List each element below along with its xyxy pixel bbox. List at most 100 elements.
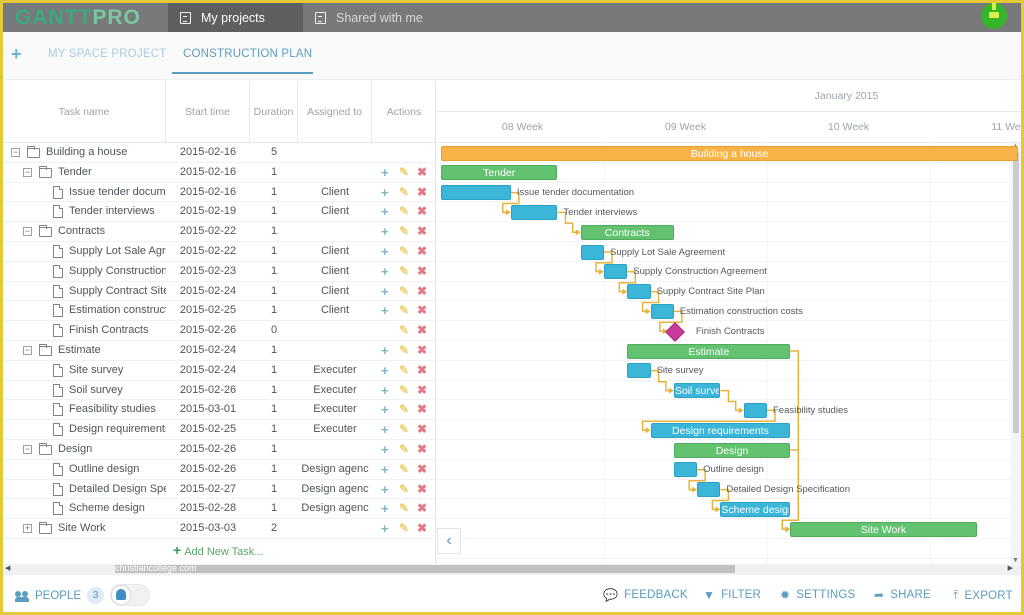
table-row[interactable]: + Site Work 2015-03-03 2 + ✎ ✖ — [3, 519, 436, 539]
duration-cell[interactable]: 1 — [250, 480, 298, 500]
assigned-to-cell[interactable] — [298, 341, 372, 361]
assigned-to-cell[interactable] — [298, 321, 372, 341]
column-header-start-time[interactable]: Start time — [166, 81, 250, 143]
table-row[interactable]: Tender interviews 2015-02-19 1 Client + ✎ ✖ — [3, 202, 436, 223]
group-bar[interactable]: Design — [673, 442, 791, 458]
start-time-cell[interactable]: 2015-02-25 — [166, 301, 250, 321]
table-row[interactable]: Scheme design 2015-02-28 1 Design agenc + ✎ ✖ — [3, 499, 436, 520]
add-subtask-icon[interactable]: + — [381, 183, 389, 202]
task-name-cell[interactable]: Scheme design — [3, 499, 166, 519]
people-button[interactable]: PEOPLE 3 — [15, 587, 105, 604]
assigned-to-cell[interactable] — [298, 222, 372, 242]
delete-icon[interactable]: ✖ — [417, 262, 427, 281]
task-name-cell[interactable]: − Tender — [3, 163, 166, 183]
task-name-cell[interactable]: − Estimate — [3, 341, 166, 361]
delete-icon[interactable]: ✖ — [417, 519, 427, 538]
add-new-task-button[interactable]: + Add New Task... — [173, 542, 263, 558]
start-time-cell[interactable]: 2015-02-16 — [166, 143, 250, 163]
column-header-assigned-to[interactable]: Assigned to — [298, 81, 372, 143]
assigned-to-cell[interactable]: Client — [298, 202, 372, 222]
column-header-task-name[interactable]: Task name — [3, 81, 166, 143]
task-name-cell[interactable]: Detailed Design Spe — [3, 480, 166, 500]
task-name-cell[interactable]: Outline design — [3, 460, 166, 480]
duration-cell[interactable]: 1 — [250, 262, 298, 282]
add-subtask-icon[interactable]: + — [381, 262, 389, 281]
start-time-cell[interactable]: 2015-02-26 — [166, 460, 250, 480]
start-time-cell[interactable]: 2015-02-23 — [166, 262, 250, 282]
task-bar[interactable] — [604, 264, 628, 280]
user-avatar[interactable] — [981, 3, 1007, 29]
duration-cell[interactable]: 1 — [250, 361, 298, 381]
add-subtask-icon[interactable]: + — [381, 163, 389, 182]
export-button[interactable]: ⤒ EXPORT — [953, 588, 1013, 603]
duration-cell[interactable]: 1 — [250, 440, 298, 460]
add-subtask-icon[interactable]: + — [381, 460, 389, 479]
horizontal-scrollbar[interactable]: ◀ christiancollege.com ▶ — [3, 563, 1021, 574]
project-bar[interactable]: Building a house — [441, 145, 1019, 161]
edit-icon[interactable]: ✎ — [399, 282, 409, 301]
edit-icon[interactable]: ✎ — [399, 499, 409, 518]
group-bar[interactable]: Contracts — [580, 224, 674, 240]
add-subtask-icon[interactable]: + — [381, 282, 389, 301]
start-time-cell[interactable]: 2015-02-24 — [166, 341, 250, 361]
task-name-cell[interactable]: Estimation construct — [3, 301, 166, 321]
duration-cell[interactable]: 1 — [250, 222, 298, 242]
delete-icon[interactable]: ✖ — [417, 341, 427, 360]
add-project-button[interactable]: + — [11, 44, 22, 65]
table-row[interactable]: Outline design 2015-02-26 1 Design agenc + ✎ ✖ — [3, 460, 436, 480]
delete-icon[interactable]: ✖ — [417, 400, 427, 419]
task-name-cell[interactable]: Supply Lot Sale Agre — [3, 242, 166, 262]
duration-cell[interactable]: 1 — [250, 381, 298, 401]
people-toggle[interactable] — [110, 584, 150, 606]
assigned-to-cell[interactable]: Design agenc — [298, 460, 372, 480]
start-time-cell[interactable]: 2015-02-19 — [166, 202, 250, 222]
table-row[interactable]: − Estimate 2015-02-24 1 + ✎ ✖ — [3, 341, 436, 361]
edit-icon[interactable]: ✎ — [399, 321, 409, 340]
assigned-to-cell[interactable]: Client — [298, 242, 372, 262]
duration-cell[interactable]: 1 — [250, 202, 298, 222]
start-time-cell[interactable]: 2015-02-24 — [166, 282, 250, 302]
task-bar[interactable] — [580, 244, 604, 260]
collapse-icon[interactable]: − — [23, 444, 32, 454]
assigned-to-cell[interactable] — [298, 163, 372, 183]
task-bar[interactable] — [650, 303, 674, 319]
duration-cell[interactable]: 1 — [250, 242, 298, 262]
tab-shared-with-me[interactable]: Shared with me — [303, 3, 463, 32]
edit-icon[interactable]: ✎ — [399, 301, 409, 320]
edit-icon[interactable]: ✎ — [399, 262, 409, 281]
task-name-cell[interactable]: Soil survey — [3, 381, 166, 401]
delete-icon[interactable]: ✖ — [417, 361, 427, 380]
delete-icon[interactable]: ✖ — [417, 460, 427, 479]
start-time-cell[interactable]: 2015-03-01 — [166, 400, 250, 420]
task-name-cell[interactable]: − Design — [3, 440, 166, 460]
edit-icon[interactable]: ✎ — [399, 519, 409, 538]
scroll-thumb[interactable] — [115, 565, 735, 573]
scroll-down-arrow[interactable]: ▼ — [1012, 557, 1019, 564]
tab-my-projects[interactable]: My projects — [168, 3, 303, 32]
delete-icon[interactable]: ✖ — [417, 202, 427, 221]
edit-icon[interactable]: ✎ — [399, 440, 409, 459]
dependency-link[interactable] — [720, 389, 743, 412]
collapse-icon[interactable]: − — [23, 345, 32, 355]
start-time-cell[interactable]: 2015-02-26 — [166, 440, 250, 460]
table-row[interactable]: Issue tender docume 2015-02-16 1 Client + ✎ ✖ — [3, 183, 436, 203]
task-name-cell[interactable]: Site survey — [3, 361, 166, 381]
task-bar[interactable] — [673, 462, 698, 478]
delete-icon[interactable]: ✖ — [417, 163, 427, 182]
table-row[interactable]: Finish Contracts 2015-02-26 0 ✎ ✖ — [3, 321, 436, 341]
duration-cell[interactable]: 1 — [250, 183, 298, 203]
edit-icon[interactable]: ✎ — [399, 163, 409, 182]
edit-icon[interactable]: ✎ — [399, 202, 409, 221]
task-bar[interactable] — [697, 482, 721, 498]
assigned-to-cell[interactable]: Design agenc — [298, 480, 372, 500]
table-row[interactable]: − Contracts 2015-02-22 1 + ✎ ✖ — [3, 222, 436, 242]
collapse-icon[interactable]: − — [11, 148, 20, 157]
table-row[interactable]: Supply Contract Site 2015-02-24 1 Client + ✎ ✖ — [3, 282, 436, 302]
duration-cell[interactable]: 1 — [250, 282, 298, 302]
duration-cell[interactable]: 1 — [250, 163, 298, 183]
add-subtask-icon[interactable]: + — [381, 420, 389, 439]
scroll-left-arrow[interactable]: ◀ — [5, 564, 10, 574]
table-row[interactable]: Soil survey 2015-02-26 1 Executer + ✎ ✖ — [3, 381, 436, 401]
assigned-to-cell[interactable] — [298, 440, 372, 460]
delete-icon[interactable]: ✖ — [417, 420, 427, 439]
